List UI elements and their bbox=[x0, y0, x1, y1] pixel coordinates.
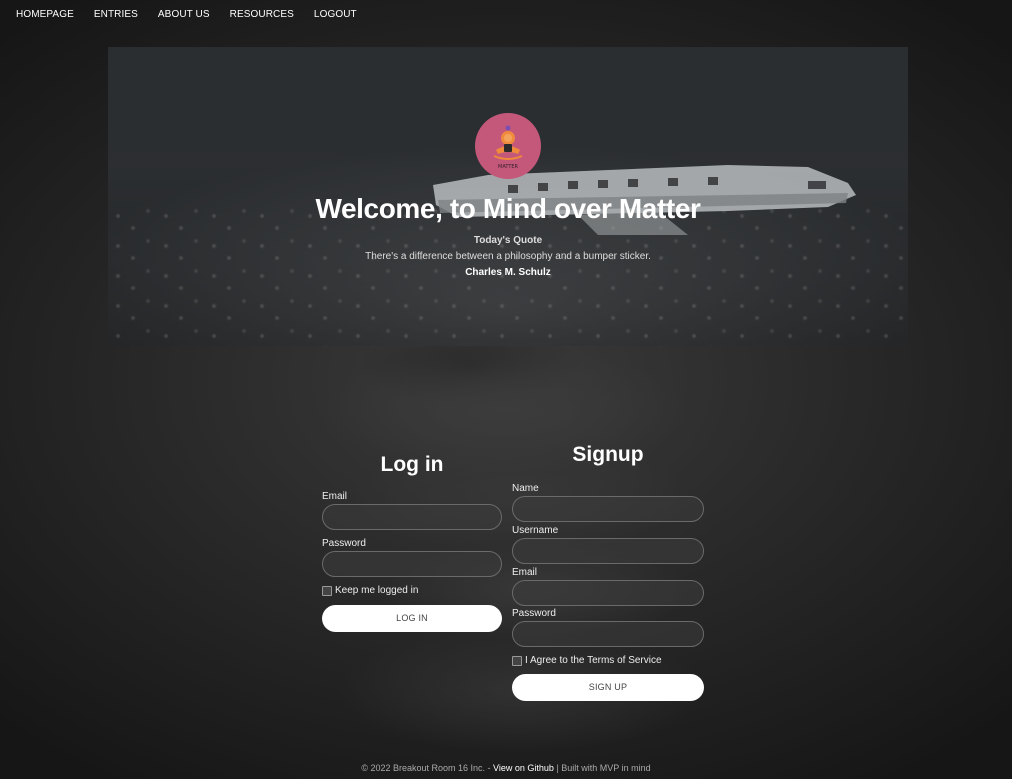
page-footer: © 2022 Breakout Room 16 Inc. - View on G… bbox=[0, 763, 1012, 773]
quote-label: Today's Quote bbox=[473, 235, 543, 246]
terms-checkbox[interactable] bbox=[512, 655, 522, 666]
hero-banner: MATTER Welcome, to Mind over Matter Toda… bbox=[108, 47, 908, 346]
nav-homepage[interactable]: HOMEPAGE bbox=[16, 9, 74, 20]
nav-logout[interactable]: LOGOUT bbox=[314, 9, 357, 20]
svg-text:MATTER: MATTER bbox=[498, 164, 519, 170]
github-link[interactable]: View on Github bbox=[493, 763, 554, 773]
login-email-input[interactable] bbox=[322, 504, 502, 530]
page-title: Welcome, to Mind over Matter bbox=[315, 193, 701, 224]
signup-password-input[interactable] bbox=[512, 621, 704, 647]
nav-entries[interactable]: ENTRIES bbox=[94, 9, 138, 20]
login-password-label: Password bbox=[322, 538, 366, 549]
quote-text: There's a difference between a philosoph… bbox=[365, 251, 651, 262]
quote-author: Charles M. Schulz bbox=[465, 267, 551, 278]
signup-button[interactable]: SIGN UP bbox=[512, 674, 704, 701]
signup-name-input[interactable] bbox=[512, 496, 704, 522]
signup-password-label: Password bbox=[512, 608, 556, 619]
mind-over-matter-logo: MATTER bbox=[475, 113, 541, 179]
signup-username-label: Username bbox=[512, 525, 559, 536]
terms-label: I Agree to the Terms of Service bbox=[525, 655, 662, 666]
signup-heading: Signup bbox=[572, 443, 644, 466]
login-password-input[interactable] bbox=[322, 551, 502, 577]
terms-row: I Agree to the Terms of Service bbox=[512, 655, 704, 666]
signup-name-label: Name bbox=[512, 483, 539, 494]
top-nav: HOMEPAGE ENTRIES ABOUT US RESOURCES LOGO… bbox=[0, 0, 377, 28]
meditation-icon: MATTER bbox=[493, 125, 523, 170]
footer-copyright: © 2022 Breakout Room 16 Inc. - bbox=[361, 763, 491, 773]
nav-about-us[interactable]: ABOUT US bbox=[158, 9, 210, 20]
keep-logged-in-checkbox[interactable] bbox=[322, 585, 332, 596]
login-form: Log in Email Password Keep me logged in … bbox=[322, 453, 502, 632]
login-button[interactable]: LOG IN bbox=[322, 605, 502, 632]
signup-form: Signup Name Username Email Password I Ag… bbox=[512, 443, 704, 701]
keep-logged-in-row: Keep me logged in bbox=[322, 585, 502, 596]
signup-email-label: Email bbox=[512, 567, 538, 578]
keep-logged-in-label: Keep me logged in bbox=[335, 585, 419, 596]
footer-suffix: | Built with MVP in mind bbox=[556, 763, 651, 773]
signup-username-input[interactable] bbox=[512, 538, 704, 564]
signup-email-input[interactable] bbox=[512, 580, 704, 606]
login-heading: Log in bbox=[380, 453, 444, 476]
nav-resources[interactable]: RESOURCES bbox=[230, 9, 294, 20]
login-email-label: Email bbox=[322, 491, 348, 502]
